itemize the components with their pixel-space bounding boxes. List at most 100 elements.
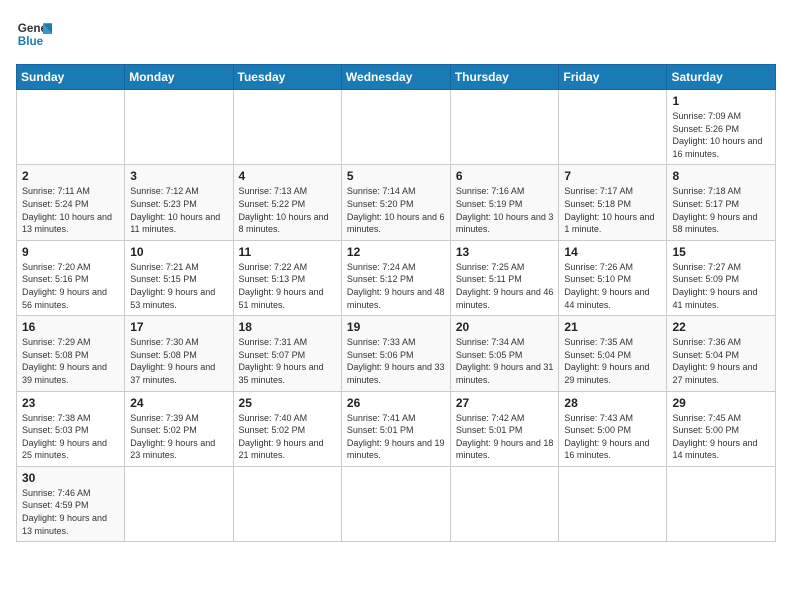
day-number: 5: [347, 169, 445, 183]
calendar-cell: 22Sunrise: 7:36 AM Sunset: 5:04 PM Dayli…: [667, 316, 776, 391]
calendar-cell: 8 Sunrise: 7:18 AM Sunset: 5:17 PM Daylig…: [667, 165, 776, 240]
calendar-cell: [559, 90, 667, 165]
day-info: Sunrise: 7:41 AM Sunset: 5:01 PM Dayligh…: [347, 412, 445, 462]
day-number: 12: [347, 245, 445, 259]
calendar-cell: 10 Sunrise: 7:21 AM Sunset: 5:15 PM Dayli…: [125, 240, 233, 315]
logo: General Blue: [16, 16, 52, 52]
day-info: Sunrise: 7:09 AM Sunset: 5:26 PM Dayligh…: [672, 110, 770, 160]
weekday-header: Sunday: [17, 65, 125, 90]
day-info: Sunrise: 7:25 AM Sunset: 5:11 PM Dayligh…: [456, 261, 554, 311]
day-number: 21: [564, 320, 661, 334]
day-info: Sunrise: 7:12 AM Sunset: 5:23 PM Dayligh…: [130, 185, 227, 235]
day-number: 25: [239, 396, 336, 410]
day-info: Sunrise: 7:38 AM Sunset: 5:03 PM Dayligh…: [22, 412, 119, 462]
calendar-cell: 29Sunrise: 7:45 AM Sunset: 5:00 PM Dayli…: [667, 391, 776, 466]
calendar-cell: 21 Sunrise: 7:35 AM Sunset: 5:04 PM Dayli…: [559, 316, 667, 391]
day-info: Sunrise: 7:34 AM Sunset: 5:05 PM Dayligh…: [456, 336, 554, 386]
day-info: Sunrise: 7:26 AM Sunset: 5:10 PM Dayligh…: [564, 261, 661, 311]
day-info: Sunrise: 7:22 AM Sunset: 5:13 PM Dayligh…: [239, 261, 336, 311]
day-info: Sunrise: 7:11 AM Sunset: 5:24 PM Dayligh…: [22, 185, 119, 235]
day-number: 28: [564, 396, 661, 410]
day-info: Sunrise: 7:39 AM Sunset: 5:02 PM Dayligh…: [130, 412, 227, 462]
day-number: 8: [672, 169, 770, 183]
logo-icon: General Blue: [16, 16, 52, 52]
calendar-table: SundayMondayTuesdayWednesdayThursdayFrid…: [16, 64, 776, 542]
calendar-cell: 19Sunrise: 7:33 AM Sunset: 5:06 PM Dayli…: [341, 316, 450, 391]
day-info: Sunrise: 7:40 AM Sunset: 5:02 PM Dayligh…: [239, 412, 336, 462]
day-number: 14: [564, 245, 661, 259]
calendar-cell: [559, 466, 667, 541]
calendar-cell: 20 Sunrise: 7:34 AM Sunset: 5:05 PM Dayli…: [450, 316, 559, 391]
calendar-cell: 18Sunrise: 7:31 AM Sunset: 5:07 PM Dayli…: [233, 316, 341, 391]
calendar-cell: 9 Sunrise: 7:20 AM Sunset: 5:16 PM Daylig…: [17, 240, 125, 315]
day-info: Sunrise: 7:43 AM Sunset: 5:00 PM Dayligh…: [564, 412, 661, 462]
calendar-week-row: 2 Sunrise: 7:11 AM Sunset: 5:24 PM Daylig…: [17, 165, 776, 240]
day-number: 27: [456, 396, 554, 410]
calendar-cell: 7 Sunrise: 7:17 AM Sunset: 5:18 PM Daylig…: [559, 165, 667, 240]
calendar-cell: [233, 90, 341, 165]
day-number: 10: [130, 245, 227, 259]
day-number: 29: [672, 396, 770, 410]
day-number: 19: [347, 320, 445, 334]
day-info: Sunrise: 7:46 AM Sunset: 4:59 PM Dayligh…: [22, 487, 119, 537]
calendar-cell: 4 Sunrise: 7:13 AM Sunset: 5:22 PM Daylig…: [233, 165, 341, 240]
day-number: 6: [456, 169, 554, 183]
calendar-cell: [667, 466, 776, 541]
calendar-cell: [125, 90, 233, 165]
calendar-cell: 15Sunrise: 7:27 AM Sunset: 5:09 PM Dayli…: [667, 240, 776, 315]
day-number: 2: [22, 169, 119, 183]
weekday-header: Wednesday: [341, 65, 450, 90]
day-number: 23: [22, 396, 119, 410]
calendar-header-row: SundayMondayTuesdayWednesdayThursdayFrid…: [17, 65, 776, 90]
calendar-cell: 30 Sunrise: 7:46 AM Sunset: 4:59 PM Dayli…: [17, 466, 125, 541]
day-number: 7: [564, 169, 661, 183]
day-number: 4: [239, 169, 336, 183]
svg-text:Blue: Blue: [18, 35, 44, 48]
day-info: Sunrise: 7:36 AM Sunset: 5:04 PM Dayligh…: [672, 336, 770, 386]
day-number: 26: [347, 396, 445, 410]
calendar-cell: 14 Sunrise: 7:26 AM Sunset: 5:10 PM Dayli…: [559, 240, 667, 315]
calendar-cell: 5 Sunrise: 7:14 AM Sunset: 5:20 PM Daylig…: [341, 165, 450, 240]
day-number: 3: [130, 169, 227, 183]
day-info: Sunrise: 7:21 AM Sunset: 5:15 PM Dayligh…: [130, 261, 227, 311]
day-number: 20: [456, 320, 554, 334]
day-info: Sunrise: 7:29 AM Sunset: 5:08 PM Dayligh…: [22, 336, 119, 386]
calendar-cell: 25 Sunrise: 7:40 AM Sunset: 5:02 PM Dayli…: [233, 391, 341, 466]
calendar-cell: 12Sunrise: 7:24 AM Sunset: 5:12 PM Dayli…: [341, 240, 450, 315]
day-info: Sunrise: 7:20 AM Sunset: 5:16 PM Dayligh…: [22, 261, 119, 311]
calendar-cell: 13Sunrise: 7:25 AM Sunset: 5:11 PM Dayli…: [450, 240, 559, 315]
calendar-cell: [341, 466, 450, 541]
weekday-header: Thursday: [450, 65, 559, 90]
calendar-cell: 3 Sunrise: 7:12 AM Sunset: 5:23 PM Daylig…: [125, 165, 233, 240]
calendar-cell: 11 Sunrise: 7:22 AM Sunset: 5:13 PM Dayli…: [233, 240, 341, 315]
day-number: 11: [239, 245, 336, 259]
day-info: Sunrise: 7:18 AM Sunset: 5:17 PM Dayligh…: [672, 185, 770, 235]
calendar-cell: 23 Sunrise: 7:38 AM Sunset: 5:03 PM Dayli…: [17, 391, 125, 466]
calendar-cell: 28 Sunrise: 7:43 AM Sunset: 5:00 PM Dayli…: [559, 391, 667, 466]
day-number: 9: [22, 245, 119, 259]
day-info: Sunrise: 7:16 AM Sunset: 5:19 PM Dayligh…: [456, 185, 554, 235]
day-info: Sunrise: 7:17 AM Sunset: 5:18 PM Dayligh…: [564, 185, 661, 235]
calendar-cell: [341, 90, 450, 165]
calendar-cell: [450, 90, 559, 165]
day-info: Sunrise: 7:14 AM Sunset: 5:20 PM Dayligh…: [347, 185, 445, 235]
calendar-cell: [17, 90, 125, 165]
day-info: Sunrise: 7:13 AM Sunset: 5:22 PM Dayligh…: [239, 185, 336, 235]
weekday-header: Friday: [559, 65, 667, 90]
calendar-week-row: 9 Sunrise: 7:20 AM Sunset: 5:16 PM Daylig…: [17, 240, 776, 315]
day-info: Sunrise: 7:42 AM Sunset: 5:01 PM Dayligh…: [456, 412, 554, 462]
day-number: 30: [22, 471, 119, 485]
calendar-cell: [450, 466, 559, 541]
calendar-cell: [125, 466, 233, 541]
day-info: Sunrise: 7:35 AM Sunset: 5:04 PM Dayligh…: [564, 336, 661, 386]
calendar-cell: 2 Sunrise: 7:11 AM Sunset: 5:24 PM Daylig…: [17, 165, 125, 240]
calendar-cell: 27 Sunrise: 7:42 AM Sunset: 5:01 PM Dayli…: [450, 391, 559, 466]
calendar-week-row: 23 Sunrise: 7:38 AM Sunset: 5:03 PM Dayli…: [17, 391, 776, 466]
day-number: 1: [672, 94, 770, 108]
calendar-cell: 26 Sunrise: 7:41 AM Sunset: 5:01 PM Dayli…: [341, 391, 450, 466]
day-number: 15: [672, 245, 770, 259]
calendar-week-row: 30 Sunrise: 7:46 AM Sunset: 4:59 PM Dayli…: [17, 466, 776, 541]
day-info: Sunrise: 7:30 AM Sunset: 5:08 PM Dayligh…: [130, 336, 227, 386]
calendar-cell: 24Sunrise: 7:39 AM Sunset: 5:02 PM Dayli…: [125, 391, 233, 466]
calendar-cell: 16Sunrise: 7:29 AM Sunset: 5:08 PM Dayli…: [17, 316, 125, 391]
